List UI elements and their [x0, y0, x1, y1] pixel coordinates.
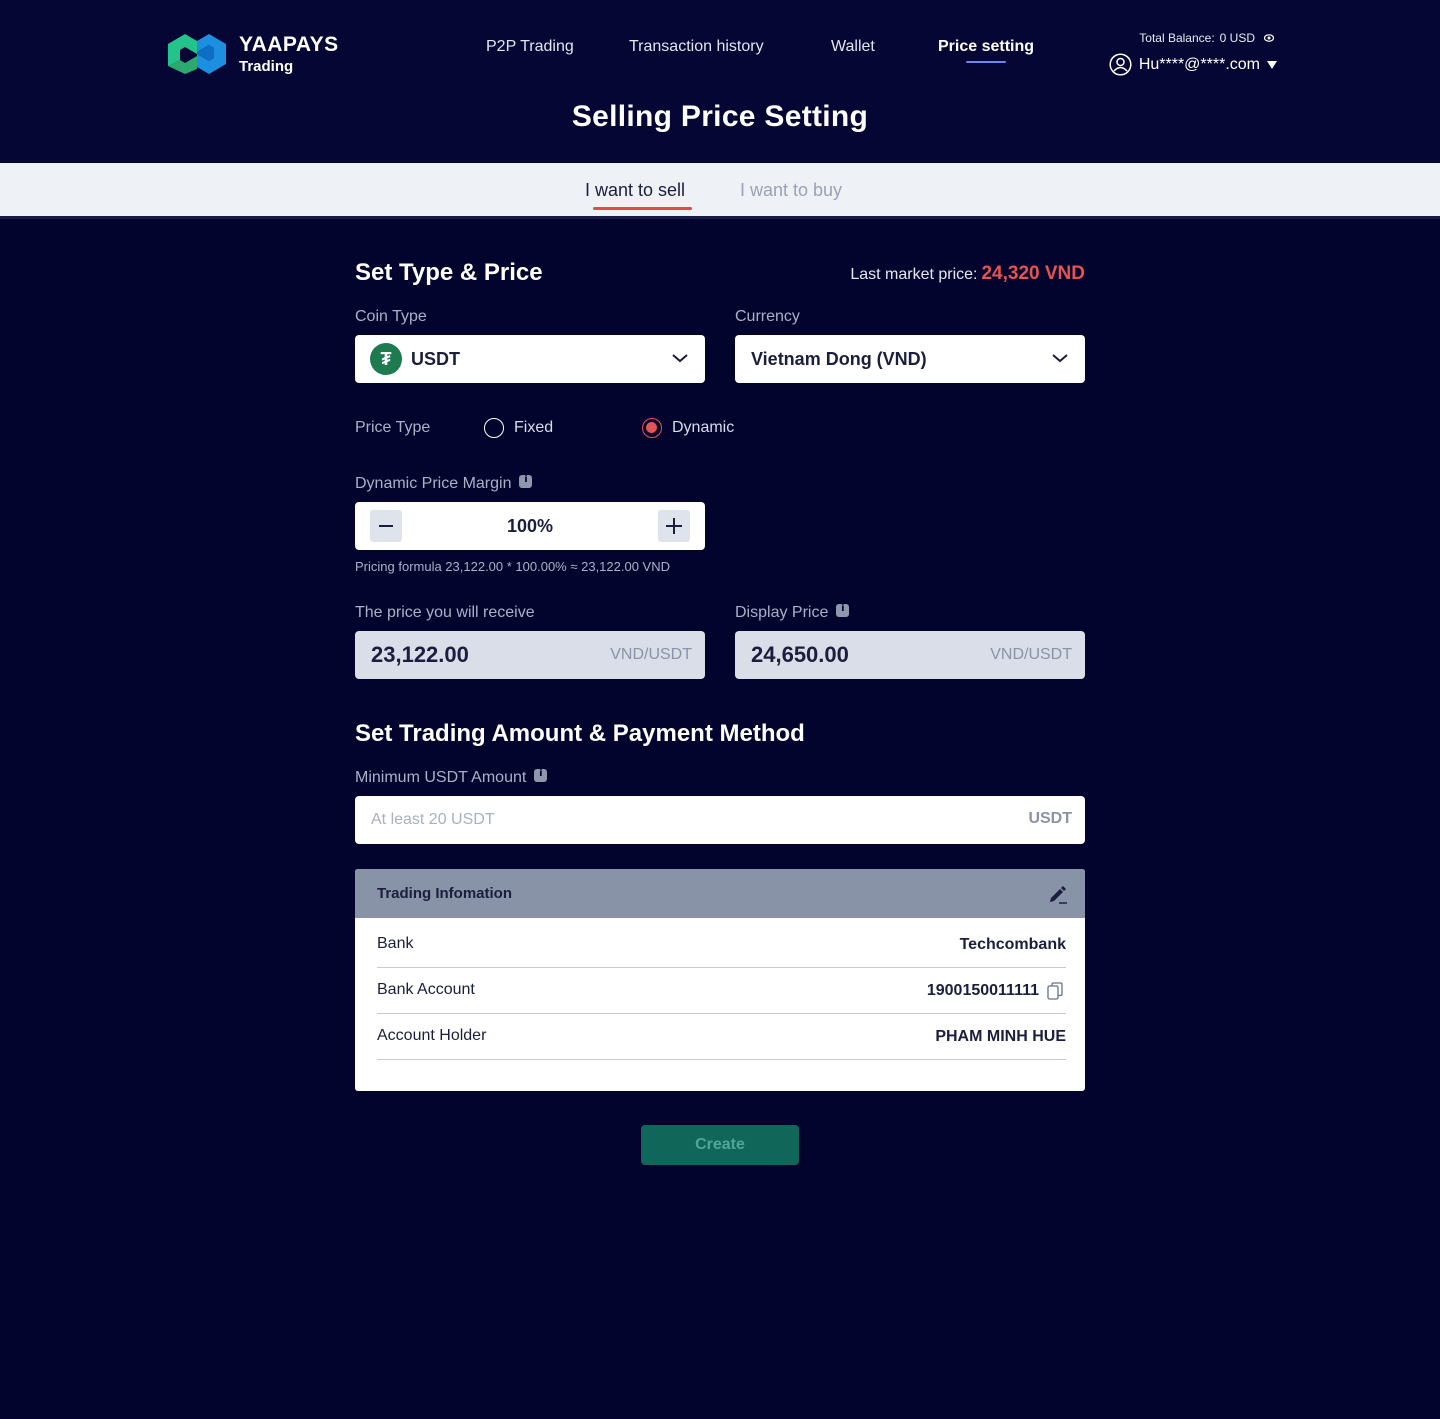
coin-type-value: USDT	[411, 348, 460, 369]
trading-info-header: Trading Infomation	[355, 869, 1085, 918]
min-amount-field: USDT	[355, 796, 1085, 844]
nav-price-setting-label: Price setting	[938, 38, 1035, 55]
display-price-unit: VND/USDT	[990, 646, 1072, 663]
brand-sub: Trading	[239, 58, 294, 75]
bank-key: Bank	[377, 935, 414, 952]
bank-value: Techcombank	[959, 936, 1066, 953]
nav-p2p-trading[interactable]: P2P Trading	[486, 38, 574, 62]
currency-value: Vietnam Dong (VND)	[751, 348, 927, 369]
trading-row-holder: Account Holder PHAM MINH HUE	[377, 1014, 1066, 1060]
display-price-label: Display Price	[735, 604, 829, 621]
user-icon	[1109, 53, 1132, 76]
display-price-value: 24,650.00	[751, 642, 849, 667]
currency-select[interactable]: Vietnam Dong (VND)	[735, 335, 1085, 383]
trading-row-bank: Bank Techcombank	[377, 922, 1066, 968]
tether-icon: ₮	[370, 343, 402, 375]
balance-label: Total Balance:	[1139, 31, 1215, 45]
min-amount-label-row: Minimum USDT Amount	[355, 768, 548, 787]
market-price-value: 24,320 VND	[981, 263, 1085, 284]
brand-logo-icon	[168, 34, 226, 74]
edit-icon[interactable]	[1047, 883, 1069, 905]
caret-down-icon	[1267, 60, 1277, 69]
chevron-down-icon	[1052, 354, 1068, 363]
min-amount-unit: USDT	[1028, 810, 1072, 827]
margin-label-row: Dynamic Price Margin	[355, 474, 533, 493]
increase-button[interactable]	[658, 510, 690, 542]
margin-stepper: 100%	[355, 502, 705, 550]
receive-price-label: The price you will receive	[355, 604, 535, 621]
tab-sell[interactable]: I want to sell	[585, 180, 685, 201]
display-price-label-row: Display Price	[735, 603, 850, 622]
plus-icon	[666, 518, 682, 534]
section-title-type-price: Set Type & Price	[355, 259, 543, 286]
margin-value[interactable]: 100%	[355, 516, 705, 537]
radio-dynamic-label: Dynamic	[672, 419, 735, 436]
margin-label: Dynamic Price Margin	[355, 475, 512, 492]
eye-icon[interactable]	[1264, 33, 1274, 43]
radio-dynamic-circle[interactable]	[642, 418, 662, 438]
balance-value: 0 USD	[1219, 31, 1255, 45]
info-icon[interactable]	[519, 474, 533, 489]
user-email: Hu****@****.com	[1138, 55, 1260, 73]
tab-active-indicator	[593, 207, 692, 210]
radio-fixed-label: Fixed	[514, 419, 554, 436]
page-title: Selling Price Setting	[571, 100, 869, 133]
holder-key: Account Holder	[377, 1027, 487, 1044]
receive-price-value: 23,122.00	[371, 642, 469, 667]
coin-type-select[interactable]: ₮ USDT	[355, 335, 705, 383]
receive-price-unit: VND/USDT	[610, 646, 692, 663]
chevron-down-icon	[672, 354, 688, 363]
coin-type-label: Coin Type	[355, 308, 427, 325]
user-menu[interactable]: Hu****@****.com	[1109, 53, 1277, 76]
create-button[interactable]: Create	[641, 1125, 799, 1165]
min-amount-label: Minimum USDT Amount	[355, 769, 527, 786]
holder-value: PHAM MINH HUE	[935, 1028, 1066, 1045]
min-amount-input[interactable]	[355, 796, 1005, 844]
brand-logo[interactable]: YAAPAYS Trading	[168, 34, 339, 74]
trading-info-title: Trading Infomation	[377, 885, 512, 902]
nav-wallet[interactable]: Wallet	[831, 38, 875, 62]
display-price-field: 24,650.00 VND/USDT	[735, 631, 1085, 679]
radio-dynamic[interactable]: Dynamic	[642, 418, 734, 438]
copy-icon[interactable]	[1047, 982, 1063, 1000]
nav-price-setting[interactable]: Price setting	[938, 38, 1035, 63]
nav-active-indicator	[966, 61, 1006, 63]
nav-transaction-history[interactable]: Transaction history	[629, 38, 764, 62]
info-icon[interactable]	[836, 603, 850, 618]
trading-row-account: Bank Account 1900150011111	[377, 968, 1066, 1014]
info-icon[interactable]	[534, 768, 548, 783]
tab-buy[interactable]: I want to buy	[740, 180, 842, 201]
price-type-label: Price Type	[355, 419, 431, 436]
brand-name: YAAPAYS	[239, 33, 339, 56]
account-key: Bank Account	[377, 981, 475, 998]
last-market-price: Last market price: 24,320 VND	[850, 263, 1085, 285]
market-price-label: Last market price:	[850, 266, 978, 283]
top-header: YAAPAYS Trading P2P Trading Transaction …	[0, 0, 1440, 163]
tab-bar: I want to sell I want to buy	[0, 163, 1440, 219]
currency-label: Currency	[735, 308, 800, 325]
account-value: 1900150011111	[926, 982, 1039, 999]
radio-fixed[interactable]: Fixed	[484, 418, 553, 438]
section-title-amount: Set Trading Amount & Payment Method	[355, 720, 805, 747]
receive-price-field: 23,122.00 VND/USDT	[355, 631, 705, 679]
radio-fixed-circle[interactable]	[484, 418, 504, 438]
total-balance: Total Balance: 0 USD	[1139, 31, 1274, 45]
trading-info-card: Trading Infomation Bank Techcombank Bank…	[355, 869, 1085, 1091]
pricing-formula: Pricing formula 23,122.00 * 100.00% ≈ 23…	[355, 559, 670, 574]
